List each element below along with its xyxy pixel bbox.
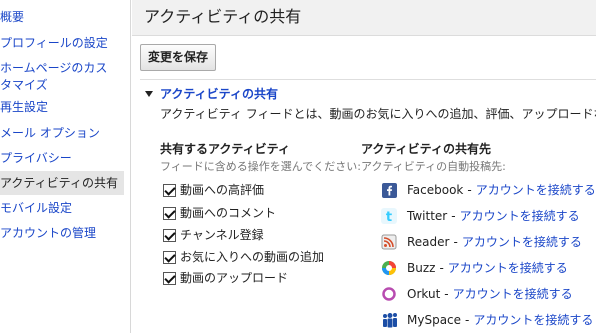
connect-account-link[interactable]: アカウントを接続する	[460, 208, 580, 225]
sidebar-item-privacy[interactable]: プライバシー	[0, 150, 124, 167]
sidebar-item-profile-settings[interactable]: プロフィールの設定	[0, 35, 124, 52]
sidebar-item-overview[interactable]: 概要	[0, 9, 124, 26]
activity-option[interactable]: お気に入りへの動画の追加	[163, 248, 324, 266]
separator: -	[444, 286, 449, 301]
connect-account-link[interactable]: アカウントを接続する	[473, 312, 593, 329]
service-name: Orkut	[407, 286, 441, 301]
orkut-icon	[381, 286, 397, 302]
service-name: Twitter	[407, 208, 448, 223]
service-row-reader: Reader - アカウントを接続する	[381, 232, 582, 252]
sidebar: 概要 プロフィールの設定 ホームページのカスタマイズ 再生設定 メール オプショ…	[0, 0, 131, 333]
checkbox[interactable]	[163, 228, 176, 242]
sidebar-item-playback[interactable]: 再生設定	[0, 99, 124, 116]
activity-label: 動画へのコメント	[180, 205, 277, 220]
destinations-heading: アクティビティの共有先	[361, 142, 491, 156]
save-button[interactable]: 変更を保存	[140, 44, 217, 71]
separator: -	[453, 234, 458, 249]
checkbox[interactable]	[163, 250, 176, 264]
service-name: MySpace	[407, 312, 462, 327]
connect-account-link[interactable]: アカウントを接続する	[453, 286, 573, 303]
sidebar-item-activity-sharing[interactable]: アクティビティの共有	[0, 171, 124, 195]
sidebar-item-account-management[interactable]: アカウントの管理	[0, 225, 124, 242]
twitter-icon: t	[381, 208, 397, 224]
sidebar-item-homepage-customize[interactable]: ホームページのカスタマイズ	[0, 60, 118, 94]
reader-icon	[381, 234, 397, 250]
section-title[interactable]: アクティビティの共有	[147, 86, 278, 103]
activity-option[interactable]: チャンネル登録	[163, 226, 264, 244]
activities-subheading: フィードに含める操作を選んでください:	[160, 160, 361, 173]
service-name: Reader	[407, 234, 450, 249]
connect-account-link[interactable]: アカウントを接続する	[476, 182, 596, 199]
service-name: Buzz	[407, 260, 436, 275]
page-title: アクティビティの共有	[144, 7, 302, 26]
connect-account-link[interactable]: アカウントを接続する	[448, 260, 568, 277]
separator: -	[465, 312, 470, 327]
activity-label: 動画のアップロード	[180, 270, 289, 285]
myspace-icon	[381, 312, 397, 328]
activity-label: チャンネル登録	[180, 227, 264, 242]
section-description: アクティビティ フィードとは、動画のお気に入りへの追加、評価、アップロードなど、…	[160, 107, 596, 121]
service-row-myspace: MySpace - アカウントを接続する	[381, 310, 593, 330]
sidebar-item-mobile[interactable]: モバイル設定	[0, 200, 124, 217]
checkbox[interactable]	[163, 183, 176, 197]
destinations-subheading: アクティビティの自動投稿先:	[361, 160, 506, 173]
activity-option[interactable]: 動画のアップロード	[163, 269, 288, 287]
service-row-twitter: t Twitter - アカウントを接続する	[381, 206, 580, 226]
buzz-icon	[381, 260, 397, 276]
svg-text:t: t	[386, 210, 392, 224]
activity-option[interactable]: 動画へのコメント	[163, 204, 276, 222]
separator: -	[439, 260, 444, 275]
connect-account-link[interactable]: アカウントを接続する	[462, 234, 582, 251]
service-name: Facebook	[407, 182, 464, 197]
checkbox[interactable]	[163, 206, 176, 220]
service-row-facebook: Facebook - アカウントを接続する	[381, 180, 596, 200]
separator: -	[451, 208, 456, 223]
activities-heading: 共有するアクティビティ	[160, 142, 290, 156]
separator: -	[467, 182, 472, 197]
checkbox[interactable]	[163, 271, 176, 285]
activity-label: お気に入りへの動画の追加	[180, 249, 325, 264]
sidebar-item-email-options[interactable]: メール オプション	[0, 125, 124, 142]
service-row-orkut: Orkut - アカウントを接続する	[381, 284, 573, 304]
divider	[140, 79, 596, 80]
activity-label: 動画への高評価	[180, 182, 265, 197]
facebook-icon	[381, 182, 397, 198]
service-row-buzz: Buzz - アカウントを接続する	[381, 258, 568, 278]
activity-option[interactable]: 動画への高評価	[163, 181, 264, 199]
page-header: アクティビティの共有	[132, 0, 596, 36]
